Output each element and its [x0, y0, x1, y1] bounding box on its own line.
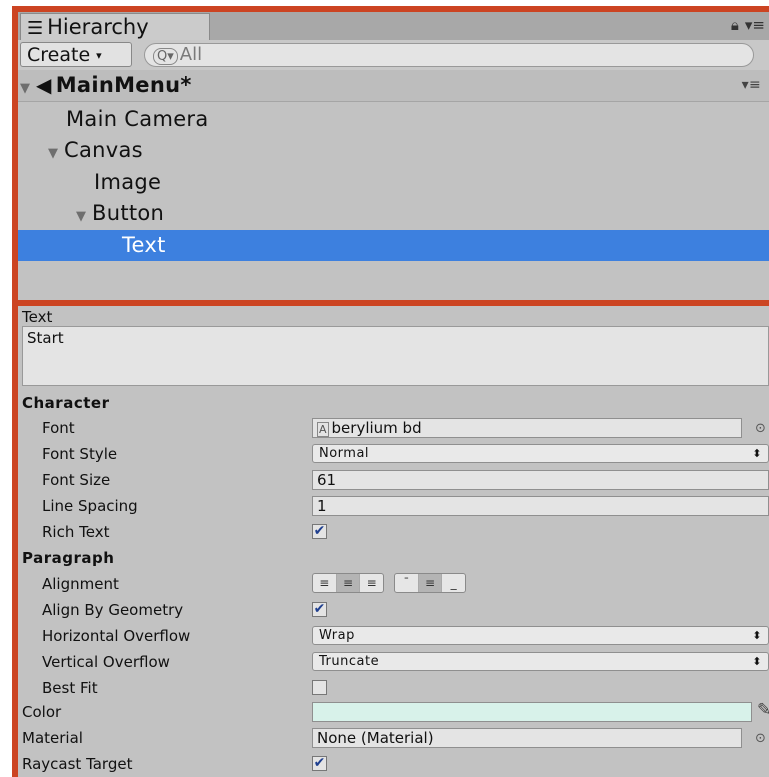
best-fit-checkbox[interactable]	[312, 680, 327, 695]
list-icon: ☰	[27, 18, 44, 39]
hierarchy-item-text[interactable]: Text	[18, 230, 769, 261]
align-right-icon[interactable]: ≡	[360, 574, 383, 592]
hierarchy-item-label: Canvas	[64, 138, 143, 162]
create-button[interactable]: Create ▾	[20, 42, 132, 67]
hierarchy-item-label: Image	[94, 170, 162, 194]
hierarchy-item-button[interactable]: ▼ Button	[18, 198, 769, 229]
panel-menu-icon[interactable]: ▾≡	[745, 16, 765, 34]
scene-menu-icon[interactable]: ▾≡	[742, 70, 761, 101]
hierarchy-item-image[interactable]: Image	[18, 167, 769, 198]
line-spacing-label: Line Spacing	[42, 497, 138, 515]
material-label: Material	[22, 729, 83, 747]
font-field[interactable]: Aberylium bd	[312, 418, 742, 438]
chevron-down-icon: ▾	[96, 48, 102, 62]
hierarchy-tab-bar: ☰ Hierarchy 🔒︎ ▾≡	[18, 12, 769, 41]
search-placeholder: All	[179, 44, 203, 65]
align-center-icon[interactable]: ≡	[336, 574, 361, 592]
scene-name: MainMenu*	[55, 73, 192, 97]
dropdown-arrows-icon: ⬍	[752, 655, 762, 668]
search-icon: Q▾	[153, 48, 178, 65]
align-bottom-icon[interactable]: _	[442, 574, 465, 592]
expand-triangle-icon[interactable]: ▼	[20, 73, 36, 104]
object-picker-icon[interactable]: ⊙	[755, 421, 766, 436]
raycast-target-checkbox[interactable]: ✔	[312, 756, 327, 771]
material-field[interactable]: None (Material)	[312, 728, 742, 748]
color-label: Color	[22, 703, 62, 721]
object-picker-icon[interactable]: ⊙	[755, 731, 766, 746]
editor-frame: ☰ Hierarchy 🔒︎ ▾≡ Create ▾ Q▾ All ▼ ◀︎ MainMen…	[12, 6, 769, 777]
horizontal-overflow-value: Wrap	[319, 628, 355, 643]
vertical-overflow-label: Vertical Overflow	[42, 653, 170, 671]
expand-triangle-icon[interactable]: ▼	[76, 201, 92, 232]
rich-text-checkbox[interactable]: ✔	[312, 524, 327, 539]
hierarchy-item-label: Main Camera	[66, 107, 209, 131]
vertical-overflow-value: Truncate	[319, 654, 380, 669]
line-spacing-field[interactable]: 1	[312, 496, 769, 516]
font-field-value: berylium bd	[331, 419, 422, 437]
font-label: Font	[42, 419, 75, 437]
create-button-label: Create	[27, 44, 91, 66]
inspector-panel: Text Start Character Font Aberylium bd ⊙…	[18, 306, 769, 777]
search-input[interactable]: Q▾ All	[144, 43, 754, 67]
font-style-value: Normal	[319, 446, 370, 461]
align-top-icon[interactable]: ¯	[395, 574, 419, 592]
vertical-alignment-group: ¯ ≡ _	[394, 573, 466, 593]
font-size-label: Font Size	[42, 471, 111, 489]
unity-logo-icon: ◀︎	[36, 73, 52, 97]
paragraph-heading: Paragraph	[22, 549, 115, 567]
font-style-label: Font Style	[42, 445, 118, 463]
font-size-field[interactable]: 61	[312, 470, 769, 490]
tab-controls: 🔒︎ ▾≡	[725, 16, 765, 34]
font-style-dropdown[interactable]: Normal ⬍	[312, 444, 769, 463]
alignment-label: Alignment	[42, 575, 119, 593]
eyedropper-icon[interactable]: ✎	[757, 700, 769, 720]
hierarchy-item-canvas[interactable]: ▼ Canvas	[18, 135, 769, 166]
text-area[interactable]: Start	[22, 326, 769, 386]
horizontal-overflow-dropdown[interactable]: Wrap ⬍	[312, 626, 769, 645]
horizontal-overflow-label: Horizontal Overflow	[42, 627, 191, 645]
align-by-geometry-checkbox[interactable]: ✔	[312, 602, 327, 617]
tab-hierarchy-label: Hierarchy	[47, 15, 149, 39]
scene-row[interactable]: ▼ ◀︎ MainMenu* ▾≡	[18, 70, 769, 102]
tab-hierarchy[interactable]: ☰ Hierarchy	[20, 13, 210, 40]
hierarchy-item-main-camera[interactable]: Main Camera	[18, 104, 769, 135]
vertical-overflow-dropdown[interactable]: Truncate ⬍	[312, 652, 769, 671]
hierarchy-item-label: Text	[122, 233, 166, 257]
dropdown-arrows-icon: ⬍	[752, 447, 762, 460]
align-middle-icon[interactable]: ≡	[418, 574, 443, 592]
align-left-icon[interactable]: ≡	[313, 574, 337, 592]
horizontal-alignment-group: ≡ ≡ ≡	[312, 573, 384, 593]
align-by-geometry-label: Align By Geometry	[42, 601, 184, 619]
hierarchy-panel: ☰ Hierarchy 🔒︎ ▾≡ Create ▾ Q▾ All ▼ ◀︎ MainMen…	[18, 12, 769, 300]
hierarchy-toolbar: Create ▾ Q▾ All	[18, 40, 769, 71]
dropdown-arrows-icon: ⬍	[752, 629, 762, 642]
text-label: Text	[22, 308, 53, 326]
expand-triangle-icon[interactable]: ▼	[48, 138, 64, 169]
font-asset-icon: A	[317, 422, 329, 437]
hierarchy-item-label: Button	[92, 201, 165, 225]
rich-text-label: Rich Text	[42, 523, 110, 541]
best-fit-label: Best Fit	[42, 679, 98, 697]
lock-icon[interactable]: 🔒︎	[731, 16, 739, 34]
color-field[interactable]	[312, 702, 752, 722]
raycast-target-label: Raycast Target	[22, 755, 133, 773]
character-heading: Character	[22, 394, 110, 412]
